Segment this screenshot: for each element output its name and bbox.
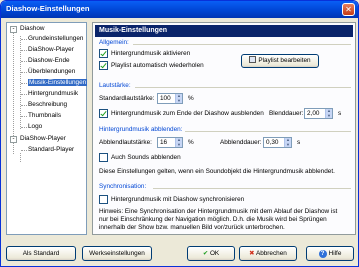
hintergrundmusik-aktivieren-checkbox[interactable] [99, 49, 108, 58]
abblenddauer-spinner[interactable]: 0,30 ▲ ▼ [263, 137, 292, 148]
abblendlautstaerke-spinner[interactable]: 16 ▲ ▼ [157, 137, 183, 148]
abbrechen-label: Abbrechen [255, 250, 287, 257]
hilfe-label: Hilfe [328, 250, 342, 257]
sounds-abblenden-label: Auch Sounds abblenden [111, 154, 181, 161]
close-icon: ✕ [345, 5, 352, 14]
tree-item-label: Thumbnails [28, 112, 62, 119]
section-allgemein-label: Allgemein: [99, 39, 129, 46]
tree-group-diashow-player[interactable]: DiaShow-Player [20, 134, 66, 144]
divider [133, 44, 351, 45]
abblenddauer-value: 0,30 [266, 139, 279, 146]
werkseinstellungen-label: Werkseinstellungen [89, 250, 145, 257]
abbrechen-button[interactable]: ✖ Abbrechen [239, 246, 297, 261]
blenddauer-value: 2,00 [307, 110, 320, 117]
tree-item-diashow-ende[interactable]: Diashow-Ende [28, 56, 70, 66]
tree-item-standard-player[interactable]: Standard-Player [28, 145, 74, 155]
abblendlautstaerke-value: 16 [160, 139, 168, 146]
tree-item-label: Logo [28, 123, 43, 130]
percent-unit: % [188, 139, 194, 146]
tree-item-label: Hintergrundmusik [28, 90, 79, 97]
abblenddauer-label: Abblenddauer: [220, 139, 262, 146]
checkmark-icon: ✔ [202, 250, 209, 257]
title-bar[interactable]: Diashow-Einstellungen ✕ [1, 1, 358, 18]
divider [135, 87, 351, 88]
playlist-wiederholen-label: Playlist automatisch wiederholen [111, 62, 204, 69]
sync-checkbox[interactable] [99, 195, 108, 204]
tree-item-diashow-player[interactable]: DiaShow-Player [28, 45, 74, 55]
settings-panel: Musik-Einstellungen Allgemein: Hintergru… [92, 22, 356, 235]
tree-item-beschreibung[interactable]: Beschreibung [28, 100, 67, 110]
arrow-down-icon[interactable]: ▼ [326, 113, 332, 119]
section-abblenden-label: Hintergrundmusik abblenden: [99, 126, 183, 133]
seconds-unit: s [338, 110, 342, 117]
tree-item-ueberblendungen[interactable]: Überblendungen [28, 67, 75, 77]
section-lautstaerke-label: Lautstärke: [99, 82, 131, 89]
werkseinstellungen-button[interactable]: Werkseinstellungen [82, 246, 152, 261]
tree-connector [20, 153, 21, 162]
cancel-icon: ✖ [249, 250, 255, 257]
arrow-down-icon[interactable]: ▼ [176, 98, 182, 104]
window-title: Diashow-Einstellungen [6, 4, 90, 13]
collapse-icon[interactable]: - [10, 136, 17, 143]
als-standard-button[interactable]: Als Standard [6, 246, 76, 261]
spinner-arrows[interactable]: ▲ ▼ [325, 108, 332, 119]
settings-dialog: Diashow-Einstellungen ✕ - Diashow Grunde… [0, 0, 359, 267]
spinner-arrows[interactable]: ▲ ▼ [284, 137, 291, 148]
abblenden-note: Diese Einstellungen gelten, wenn ein Sou… [99, 168, 335, 175]
hilfe-button[interactable]: ? Hilfe [306, 246, 354, 261]
seconds-unit: s [297, 139, 301, 146]
blenddauer-label: Blenddauer: [269, 110, 304, 117]
tree-item-label: Überblendungen [28, 68, 76, 75]
playlist-bearbeiten-label: Playlist bearbeiten [258, 57, 311, 64]
standardlautstaerke-value: 100 [160, 95, 171, 102]
playlist-wiederholen-checkbox[interactable] [99, 61, 108, 70]
ausblenden-checkbox[interactable] [99, 109, 108, 118]
playlist-bearbeiten-button[interactable]: Playlist bearbeiten [241, 54, 319, 68]
tree-group-label: DiaShow-Player [20, 135, 66, 142]
ok-button[interactable]: ✔ OK [187, 246, 235, 261]
help-icon: ? [318, 250, 327, 258]
spinner-arrows[interactable]: ▲ ▼ [175, 137, 182, 148]
tree-item-grundeinstellungen[interactable]: Grundeinstellungen [28, 34, 83, 44]
tree-item-label: Diashow-Ende [28, 57, 70, 64]
blenddauer-spinner[interactable]: 2,00 ▲ ▼ [304, 108, 333, 119]
ausblenden-label: Hintergrundmusik zum Ende der Diashow au… [111, 110, 264, 117]
panel-title: Musik-Einstellungen [95, 25, 353, 37]
tree-item-label: Grundeinstellungen [28, 35, 84, 42]
tree-item-label: Standard-Player [28, 146, 75, 153]
standardlautstaerke-spinner[interactable]: 100 ▲ ▼ [157, 93, 183, 104]
tree-group-label: Diashow [20, 25, 45, 32]
sync-label: Hintergrundmusik mit Diashow synchronisi… [111, 196, 245, 203]
tree-item-logo[interactable]: Logo [28, 122, 42, 132]
sync-hint-line-3: innerhalb der Show bzw. manuellen Bild v… [99, 224, 285, 231]
settings-tree[interactable]: - Diashow Grundeinstellungen DiaShow-Pla… [6, 22, 88, 235]
arrow-down-icon[interactable]: ▼ [285, 142, 291, 148]
tree-item-musik-einstellungen[interactable]: Musik-Einstellungen [28, 78, 88, 88]
als-standard-label: Als Standard [22, 250, 60, 257]
arrow-down-icon[interactable]: ▼ [176, 142, 182, 148]
ok-label: OK [209, 250, 220, 257]
spinner-arrows[interactable]: ▲ ▼ [175, 93, 182, 104]
tree-item-label: Beschreibung [28, 101, 68, 108]
tree-item-thumbnails[interactable]: Thumbnails [28, 111, 61, 121]
tree-item-hintergrundmusik[interactable]: Hintergrundmusik [28, 89, 78, 99]
standardlautstaerke-label: Standardlautstärke: [99, 95, 155, 102]
abblendlautstaerke-label: Abblendlautstärke: [99, 139, 152, 146]
percent-unit: % [188, 95, 194, 102]
tree-item-label: Musik-Einstellungen [28, 79, 88, 86]
hintergrundmusik-aktivieren-label: Hintergrundmusik aktivieren [111, 50, 191, 57]
collapse-icon[interactable]: - [10, 26, 17, 33]
playlist-icon [249, 56, 257, 63]
divider [153, 188, 351, 189]
sounds-abblenden-checkbox[interactable] [99, 153, 108, 162]
close-button[interactable]: ✕ [342, 3, 355, 16]
tree-group-diashow[interactable]: Diashow [20, 24, 45, 34]
tree-item-label: DiaShow-Player [28, 46, 74, 53]
divider [185, 131, 351, 132]
section-sync-label: Synchronisation: [99, 183, 147, 190]
